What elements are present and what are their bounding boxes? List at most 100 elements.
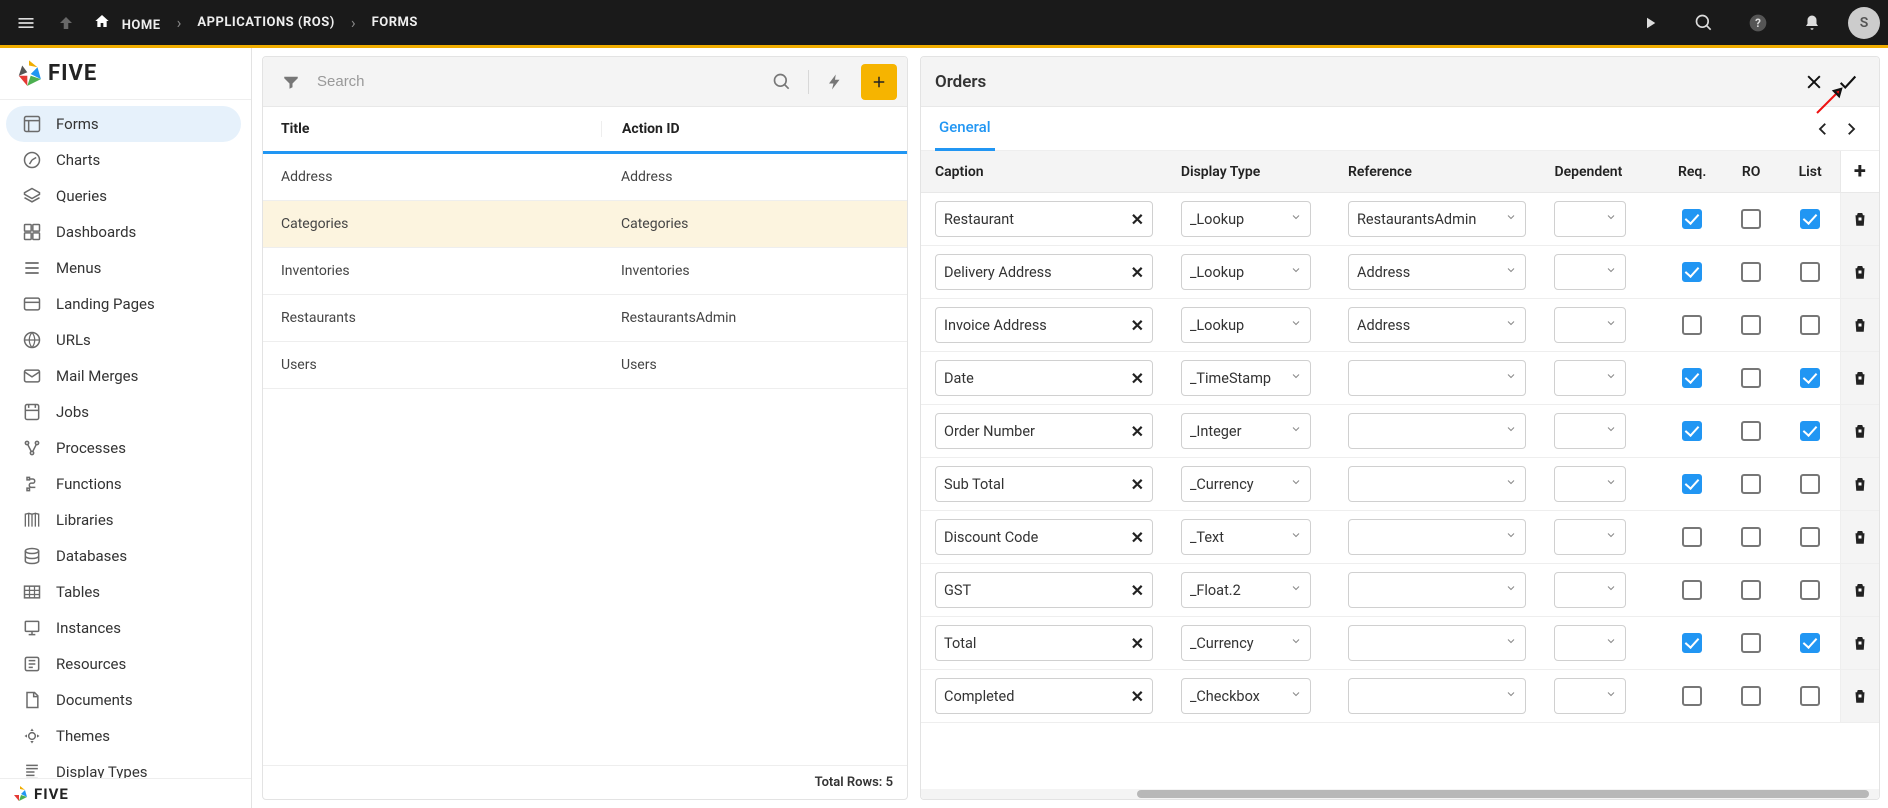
chevron-down-icon[interactable] bbox=[1505, 582, 1517, 598]
reference-select[interactable]: Address bbox=[1348, 307, 1526, 343]
delete-row-button[interactable] bbox=[1840, 670, 1879, 722]
reference-select[interactable] bbox=[1348, 519, 1526, 555]
avatar[interactable]: S bbox=[1848, 7, 1880, 39]
checkbox[interactable] bbox=[1682, 686, 1702, 706]
display-type-select[interactable]: _Integer bbox=[1181, 413, 1311, 449]
checkbox[interactable] bbox=[1800, 315, 1820, 335]
sidebar-item-themes[interactable]: Themes bbox=[6, 718, 241, 754]
clear-icon[interactable]: ✕ bbox=[1131, 210, 1144, 229]
checkbox[interactable] bbox=[1800, 633, 1820, 653]
checkbox[interactable] bbox=[1682, 262, 1702, 282]
delete-row-button[interactable] bbox=[1840, 511, 1879, 563]
reference-select[interactable] bbox=[1348, 360, 1526, 396]
clear-icon[interactable]: ✕ bbox=[1131, 687, 1144, 706]
dependent-select[interactable] bbox=[1554, 254, 1626, 290]
close-icon[interactable] bbox=[1797, 65, 1831, 99]
sidebar-item-instances[interactable]: Instances bbox=[6, 610, 241, 646]
prev-icon[interactable] bbox=[1809, 115, 1837, 143]
horizontal-scrollbar[interactable] bbox=[921, 789, 1879, 799]
chevron-down-icon[interactable] bbox=[1605, 264, 1617, 280]
checkbox[interactable] bbox=[1682, 315, 1702, 335]
caption-input[interactable]: Total✕ bbox=[935, 625, 1153, 661]
checkbox[interactable] bbox=[1682, 421, 1702, 441]
display-type-select[interactable]: _Text bbox=[1181, 519, 1311, 555]
checkbox[interactable] bbox=[1741, 686, 1761, 706]
delete-row-button[interactable] bbox=[1840, 564, 1879, 616]
sidebar-item-landing-pages[interactable]: Landing Pages bbox=[6, 286, 241, 322]
sidebar-item-display-types[interactable]: Display Types bbox=[6, 754, 241, 778]
clear-icon[interactable]: ✕ bbox=[1131, 634, 1144, 653]
checkbox[interactable] bbox=[1800, 421, 1820, 441]
clear-icon[interactable]: ✕ bbox=[1131, 475, 1144, 494]
dependent-select[interactable] bbox=[1554, 572, 1626, 608]
dependent-select[interactable] bbox=[1554, 519, 1626, 555]
display-type-select[interactable]: _Float.2 bbox=[1181, 572, 1311, 608]
delete-row-button[interactable] bbox=[1840, 458, 1879, 510]
chevron-down-icon[interactable] bbox=[1290, 476, 1302, 492]
caption-input[interactable]: Restaurant✕ bbox=[935, 201, 1153, 237]
display-type-select[interactable]: _Currency bbox=[1181, 625, 1311, 661]
chevron-down-icon[interactable] bbox=[1505, 370, 1517, 386]
reference-select[interactable]: Address bbox=[1348, 254, 1526, 290]
sidebar-item-libraries[interactable]: Libraries bbox=[6, 502, 241, 538]
chevron-down-icon[interactable] bbox=[1290, 317, 1302, 333]
hamburger-icon[interactable] bbox=[8, 5, 44, 41]
chevron-down-icon[interactable] bbox=[1505, 529, 1517, 545]
checkbox[interactable] bbox=[1741, 633, 1761, 653]
sidebar-item-functions[interactable]: Functions bbox=[6, 466, 241, 502]
chevron-down-icon[interactable] bbox=[1605, 211, 1617, 227]
search-input[interactable] bbox=[317, 73, 756, 90]
display-type-select[interactable]: _Currency bbox=[1181, 466, 1311, 502]
display-type-select[interactable]: _Lookup bbox=[1181, 254, 1311, 290]
chevron-down-icon[interactable] bbox=[1290, 264, 1302, 280]
flash-icon[interactable] bbox=[817, 64, 853, 100]
checkbox[interactable] bbox=[1800, 686, 1820, 706]
sidebar-item-resources[interactable]: Resources bbox=[6, 646, 241, 682]
sidebar-item-queries[interactable]: Queries bbox=[6, 178, 241, 214]
clear-icon[interactable]: ✕ bbox=[1131, 316, 1144, 335]
chevron-down-icon[interactable] bbox=[1505, 688, 1517, 704]
chevron-down-icon[interactable] bbox=[1505, 423, 1517, 439]
chevron-down-icon[interactable] bbox=[1290, 635, 1302, 651]
chevron-down-icon[interactable] bbox=[1605, 529, 1617, 545]
caption-input[interactable]: Order Number✕ bbox=[935, 413, 1153, 449]
caption-input[interactable]: Completed✕ bbox=[935, 678, 1153, 714]
caption-input[interactable]: GST✕ bbox=[935, 572, 1153, 608]
grid-add-row-button[interactable]: + bbox=[1840, 151, 1879, 192]
checkbox[interactable] bbox=[1741, 262, 1761, 282]
filter-icon[interactable] bbox=[273, 64, 309, 100]
add-button[interactable] bbox=[861, 64, 897, 100]
dependent-select[interactable] bbox=[1554, 625, 1626, 661]
chevron-down-icon[interactable] bbox=[1605, 635, 1617, 651]
dependent-select[interactable] bbox=[1554, 201, 1626, 237]
chevron-down-icon[interactable] bbox=[1505, 635, 1517, 651]
chevron-down-icon[interactable] bbox=[1605, 688, 1617, 704]
chevron-down-icon[interactable] bbox=[1290, 582, 1302, 598]
caption-input[interactable]: Delivery Address✕ bbox=[935, 254, 1153, 290]
reference-select[interactable] bbox=[1348, 466, 1526, 502]
chevron-down-icon[interactable] bbox=[1290, 529, 1302, 545]
reference-select[interactable] bbox=[1348, 413, 1526, 449]
checkbox[interactable] bbox=[1741, 368, 1761, 388]
delete-row-button[interactable] bbox=[1840, 352, 1879, 404]
sidebar-item-databases[interactable]: Databases bbox=[6, 538, 241, 574]
list-row[interactable]: InventoriesInventories bbox=[263, 248, 907, 295]
dependent-select[interactable] bbox=[1554, 678, 1626, 714]
sidebar-item-menus[interactable]: Menus bbox=[6, 250, 241, 286]
sidebar-item-jobs[interactable]: Jobs bbox=[6, 394, 241, 430]
caption-input[interactable]: Invoice Address✕ bbox=[935, 307, 1153, 343]
checkbox[interactable] bbox=[1800, 580, 1820, 600]
clear-icon[interactable]: ✕ bbox=[1131, 263, 1144, 282]
chevron-down-icon[interactable] bbox=[1505, 476, 1517, 492]
bell-icon[interactable] bbox=[1794, 5, 1830, 41]
breadcrumb-forms[interactable]: FORMS bbox=[366, 11, 424, 34]
reference-select[interactable] bbox=[1348, 625, 1526, 661]
chevron-down-icon[interactable] bbox=[1605, 582, 1617, 598]
check-icon[interactable] bbox=[1831, 65, 1865, 99]
checkbox[interactable] bbox=[1741, 580, 1761, 600]
list-row[interactable]: AddressAddress bbox=[263, 154, 907, 201]
checkbox[interactable] bbox=[1741, 209, 1761, 229]
chevron-down-icon[interactable] bbox=[1290, 370, 1302, 386]
checkbox[interactable] bbox=[1682, 633, 1702, 653]
delete-row-button[interactable] bbox=[1840, 299, 1879, 351]
